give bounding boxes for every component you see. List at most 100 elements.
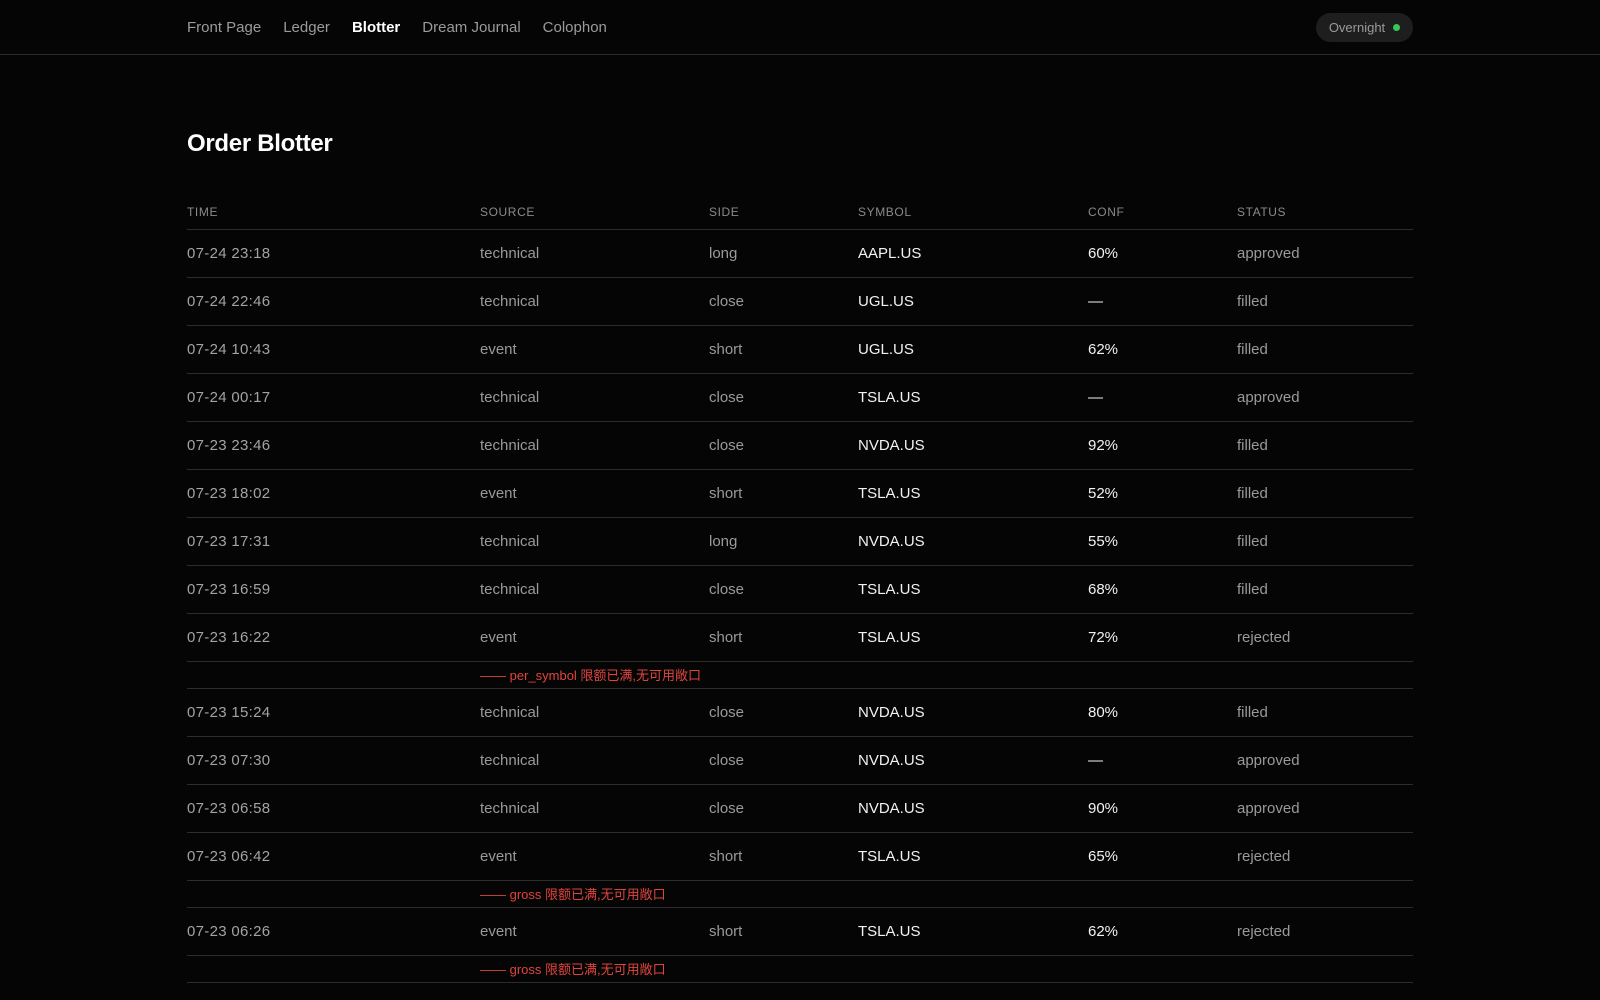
time-cell: 07-23 23:46 [187, 421, 480, 470]
time-cell: 07-23 17:31 [187, 517, 480, 566]
table-row[interactable]: 07-24 10:43 event short UGL.US 62% filled [187, 325, 1413, 374]
status-cell: filled [1237, 565, 1413, 614]
symbol-cell: NVDA.US [858, 784, 1088, 833]
column-header-side[interactable]: SIDE [709, 195, 858, 230]
side-cell: close [709, 736, 858, 785]
time-cell: 07-23 06:58 [187, 784, 480, 833]
table-row[interactable]: 07-24 23:18 technical long AAPL.US 60% approv… [187, 229, 1413, 278]
side-cell: close [709, 688, 858, 737]
table-row[interactable]: 07-23 06:42 event short TSLA.US 65% rejected [187, 832, 1413, 881]
table-row[interactable]: 07-23 17:31 technical long NVDA.US 55% filled [187, 517, 1413, 566]
source-cell: technical [480, 373, 709, 422]
column-header-symbol[interactable]: SYMBOL [858, 195, 1088, 230]
conf-cell: 55% [1088, 517, 1237, 566]
conf-cell: 62% [1088, 325, 1237, 374]
time-cell: 07-23 16:59 [187, 565, 480, 614]
source-cell: technical [480, 277, 709, 326]
side-cell: short [709, 832, 858, 881]
symbol-cell: TSLA.US [858, 613, 1088, 662]
source-cell: technical [480, 229, 709, 278]
side-cell: close [709, 373, 858, 422]
nav-item-front-page[interactable]: Front Page [187, 19, 261, 36]
table-row[interactable]: 07-23 18:02 event short TSLA.US 52% filled [187, 469, 1413, 518]
source-cell: technical [480, 421, 709, 470]
side-cell: short [709, 907, 858, 956]
source-cell: technical [480, 688, 709, 737]
conf-cell: 92% [1088, 421, 1237, 470]
rejection-note-row: —— per_symbol 限额已满,无可用敞口 [187, 661, 1413, 689]
symbol-cell: NVDA.US [858, 688, 1088, 737]
table-row[interactable]: 07-23 16:59 technical close TSLA.US 68% fille… [187, 565, 1413, 614]
column-header-conf[interactable]: CONF [1088, 195, 1237, 230]
source-cell: event [480, 325, 709, 374]
table-row[interactable]: 07-24 22:46 technical close UGL.US — filled [187, 277, 1413, 326]
side-cell: long [709, 229, 858, 278]
table-header-row: TIME SOURCE SIDE SYMBOL CONF STATUS [187, 195, 1413, 230]
status-cell: approved [1237, 784, 1413, 833]
conf-cell: 62% [1088, 907, 1237, 956]
top-navigation-bar: Front Page Ledger Blotter Dream Journal Colo… [0, 0, 1600, 55]
table-row[interactable]: 07-23 07:30 technical close NVDA.US — approve… [187, 736, 1413, 785]
rejection-reason-text: —— gross 限额已满,无可用敞口 [480, 880, 1413, 908]
side-cell: short [709, 613, 858, 662]
table-row[interactable]: 07-23 16:22 event short TSLA.US 72% rejected [187, 613, 1413, 662]
source-cell: event [480, 907, 709, 956]
status-cell: filled [1237, 469, 1413, 518]
symbol-cell: NVDA.US [858, 421, 1088, 470]
table-row[interactable]: 07-23 15:24 technical close NVDA.US 80% fille… [187, 688, 1413, 737]
nav-item-ledger[interactable]: Ledger [283, 19, 330, 36]
rejection-note-row: —— gross 限额已满,无可用敞口 [187, 880, 1413, 908]
status-cell: approved [1237, 373, 1413, 422]
note-spacer-cell [187, 661, 480, 689]
side-cell: close [709, 784, 858, 833]
conf-cell: 90% [1088, 784, 1237, 833]
main-nav: Front Page Ledger Blotter Dream Journal Colo… [187, 0, 607, 55]
source-cell: event [480, 832, 709, 881]
table-body: 07-24 23:18 technical long AAPL.US 60% approv… [187, 229, 1413, 983]
table-row[interactable]: 07-23 23:46 technical close NVDA.US 92% fille… [187, 421, 1413, 470]
conf-cell: — [1088, 373, 1237, 422]
status-cell: rejected [1237, 832, 1413, 881]
status-cell: approved [1237, 229, 1413, 278]
side-cell: close [709, 277, 858, 326]
order-blotter-table: TIME SOURCE SIDE SYMBOL CONF STATUS 07-24 23:… [187, 195, 1413, 983]
time-cell: 07-24 23:18 [187, 229, 480, 278]
status-cell: filled [1237, 277, 1413, 326]
nav-item-colophon[interactable]: Colophon [543, 19, 607, 36]
conf-cell: 60% [1088, 229, 1237, 278]
side-cell: close [709, 421, 858, 470]
column-header-source[interactable]: SOURCE [480, 195, 709, 230]
side-cell: short [709, 469, 858, 518]
time-cell: 07-23 06:42 [187, 832, 480, 881]
time-cell: 07-24 00:17 [187, 373, 480, 422]
time-cell: 07-23 15:24 [187, 688, 480, 737]
time-cell: 07-23 18:02 [187, 469, 480, 518]
symbol-cell: TSLA.US [858, 907, 1088, 956]
nav-item-dream-journal[interactable]: Dream Journal [422, 19, 520, 36]
symbol-cell: UGL.US [858, 277, 1088, 326]
symbol-cell: NVDA.US [858, 736, 1088, 785]
symbol-cell: TSLA.US [858, 565, 1088, 614]
conf-cell: — [1088, 736, 1237, 785]
source-cell: technical [480, 736, 709, 785]
note-spacer-cell [187, 880, 480, 908]
rejection-note-row: —— gross 限额已满,无可用敞口 [187, 955, 1413, 983]
column-header-status[interactable]: STATUS [1237, 195, 1413, 230]
conf-cell: 65% [1088, 832, 1237, 881]
column-header-time[interactable]: TIME [187, 195, 480, 230]
table-row[interactable]: 07-24 00:17 technical close TSLA.US — approve… [187, 373, 1413, 422]
table-row[interactable]: 07-23 06:26 event short TSLA.US 62% rejected [187, 907, 1413, 956]
nav-item-blotter[interactable]: Blotter [352, 19, 400, 36]
session-status-badge[interactable]: Overnight [1316, 13, 1413, 42]
source-cell: technical [480, 565, 709, 614]
conf-cell: 52% [1088, 469, 1237, 518]
table-row[interactable]: 07-23 06:58 technical close NVDA.US 90% appro… [187, 784, 1413, 833]
side-cell: long [709, 517, 858, 566]
rejection-reason-text: —— gross 限额已满,无可用敞口 [480, 955, 1413, 983]
session-status-label: Overnight [1328, 20, 1386, 35]
source-cell: event [480, 469, 709, 518]
symbol-cell: NVDA.US [858, 517, 1088, 566]
table-header: TIME SOURCE SIDE SYMBOL CONF STATUS [187, 195, 1413, 230]
status-cell: rejected [1237, 613, 1413, 662]
time-cell: 07-24 10:43 [187, 325, 480, 374]
